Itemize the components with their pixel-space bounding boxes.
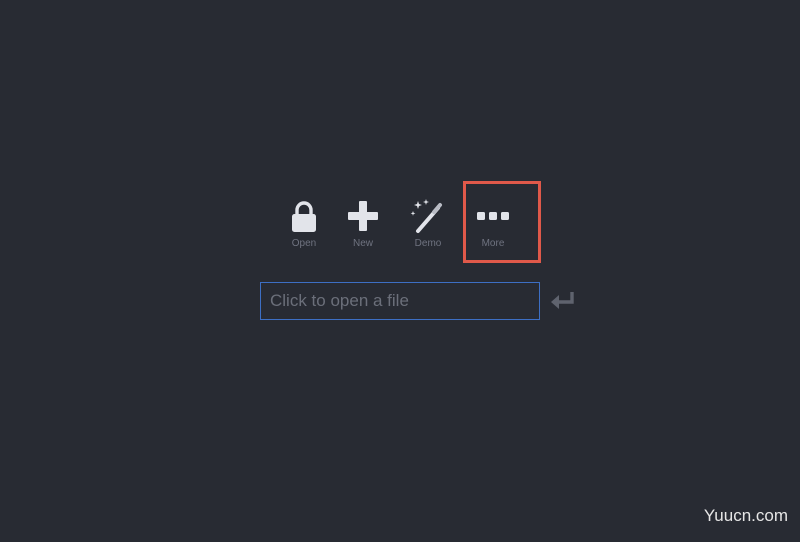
open-label: Open (291, 238, 317, 249)
app-window: Open New Demo More Click to open a file … (0, 0, 800, 542)
open-button[interactable]: Open (274, 186, 334, 256)
more-highlight-box (463, 181, 541, 263)
lock-icon (292, 201, 316, 232)
new-label: New (352, 238, 373, 249)
demo-button[interactable]: Demo (398, 186, 458, 256)
open-file-field[interactable] (260, 282, 540, 320)
new-button[interactable]: New (333, 186, 393, 256)
magic-wand-icon (410, 199, 442, 233)
plus-icon (348, 201, 378, 231)
demo-label: Demo (414, 238, 442, 249)
toolbar: Open New Demo More (0, 186, 800, 256)
watermark: Yuucn.com (703, 506, 788, 525)
enter-icon[interactable] (550, 290, 576, 312)
open-file-input[interactable] (261, 283, 539, 319)
